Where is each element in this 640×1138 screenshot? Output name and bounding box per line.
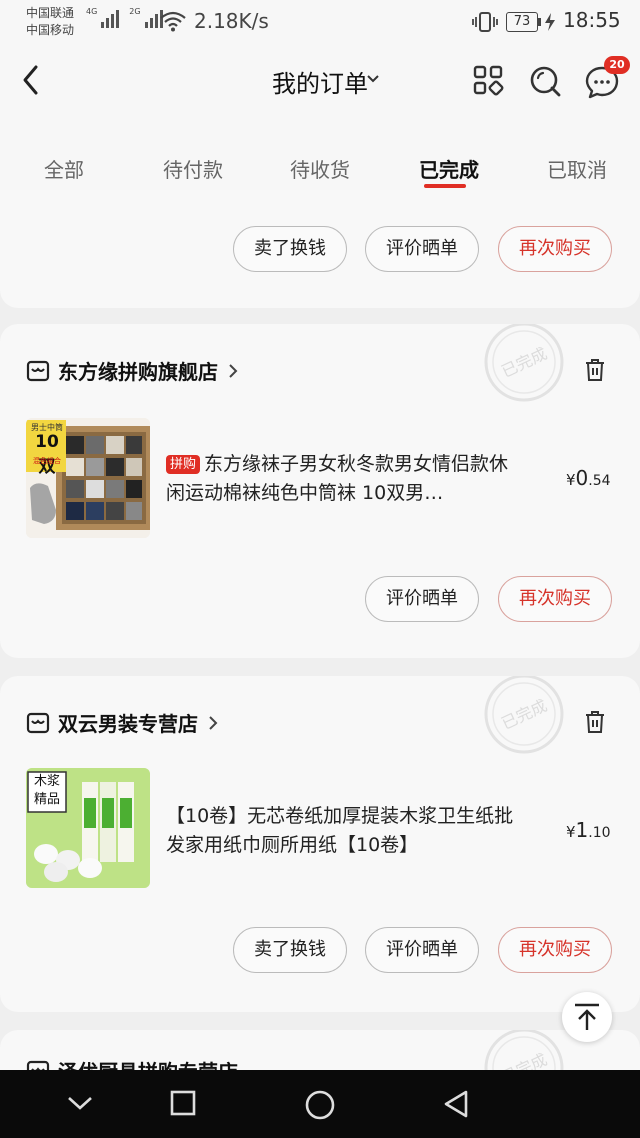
product-title[interactable]: 【10卷】无芯卷纸加厚提装木浆卫生纸批发家用纸巾厕所用纸【10卷】 [166, 802, 526, 860]
message-badge: 20 [604, 56, 630, 74]
group-buy-tag: 拼购 [166, 455, 201, 474]
chevron-right-icon [229, 363, 238, 378]
arrow-up-icon [575, 1003, 599, 1030]
buy-again-button[interactable]: 再次购买 [498, 226, 612, 272]
active-tab-indicator [424, 184, 466, 188]
store-link[interactable]: 双云男装专营店 [26, 708, 218, 737]
carrier-1: 中国联通 [26, 6, 75, 20]
page-title[interactable]: 我的订单 [272, 70, 368, 98]
carrier-info: 中国联通 中国移动 [26, 5, 74, 39]
tab-pending-receipt[interactable]: 待收货 [290, 154, 350, 183]
product-title[interactable]: 拼购 东方缘袜子男女秋冬款男女情侣款休闲运动棉袜纯色中筒袜 10双男… [166, 450, 526, 508]
completed-stamp: 已完成 [484, 324, 564, 402]
review-button[interactable]: 评价晒单 [365, 927, 479, 973]
back-to-top-button[interactable] [562, 992, 612, 1042]
review-button[interactable]: 评价晒单 [365, 576, 479, 622]
network-speed: 2.18K/s [194, 9, 269, 33]
home-icon[interactable] [304, 1089, 336, 1121]
review-button[interactable]: 评价晒单 [365, 226, 479, 272]
system-nav-bar [0, 1070, 640, 1138]
store-icon [26, 360, 50, 381]
tab-cancelled[interactable]: 已取消 [547, 154, 607, 183]
carrier-2: 中国移动 [26, 23, 75, 37]
status-bar: 中国联通 中国移动 4G 2G 2.18K/s 73 18:55 [0, 0, 640, 44]
store-link[interactable]: 东方缘拼购旗舰店 [26, 356, 238, 385]
category-grid-icon[interactable] [472, 64, 504, 96]
sell-button[interactable]: 卖了换钱 [233, 226, 347, 272]
chevron-right-icon [209, 715, 218, 730]
back-nav-icon[interactable] [442, 1089, 470, 1119]
net-type-2: 2G [129, 7, 141, 16]
header: 我的订单 20 [0, 44, 640, 118]
svg-text:已完成: 已完成 [498, 344, 550, 382]
sell-button[interactable]: 卖了换钱 [233, 927, 347, 973]
search-icon[interactable] [528, 64, 562, 98]
trash-icon[interactable] [584, 710, 606, 734]
order-card: 卖了换钱 评价晒单 再次购买 [0, 190, 640, 308]
vibrate-icon [472, 12, 498, 32]
tab-all[interactable]: 全部 [44, 154, 84, 183]
svg-text:已完成: 已完成 [498, 696, 550, 734]
recent-apps-icon[interactable] [170, 1090, 196, 1116]
order-card: 双云男装专营店 已完成 木浆 精品 【10卷】无芯卷纸加厚提装木浆卫生纸批发家用… [0, 676, 640, 1012]
product-thumbnail[interactable]: 木浆 精品 [26, 768, 150, 888]
completed-stamp: 已完成 [484, 676, 564, 754]
charging-icon [545, 13, 555, 31]
tab-pending-payment[interactable]: 待付款 [163, 154, 223, 183]
signal-bars-icon [101, 8, 120, 28]
chevron-down-icon[interactable] [66, 1094, 94, 1112]
net-type-1: 4G [86, 7, 98, 16]
tab-completed[interactable]: 已完成 [419, 154, 479, 183]
trash-icon[interactable] [584, 358, 606, 382]
store-icon [26, 712, 50, 733]
battery-icon: 73 [506, 12, 538, 32]
store-name: 东方缘拼购旗舰店 [58, 360, 218, 384]
order-card: 东方缘拼购旗舰店 已完成 男士中筒 10双 混色组合 拼购 东方缘袜子男女秋冬款… [0, 324, 640, 658]
chevron-down-icon[interactable] [366, 74, 380, 84]
clock: 18:55 [563, 8, 621, 32]
product-thumbnail[interactable]: 男士中筒 10双 混色组合 [26, 418, 150, 538]
store-name: 双云男装专营店 [58, 712, 198, 736]
buy-again-button[interactable]: 再次购买 [498, 576, 612, 622]
signal-indicators: 4G 2G [86, 8, 163, 28]
wifi-icon [160, 11, 186, 32]
product-price: ¥0.54 [566, 466, 611, 490]
buy-again-button[interactable]: 再次购买 [498, 927, 612, 973]
product-price: ¥1.10 [566, 818, 611, 842]
